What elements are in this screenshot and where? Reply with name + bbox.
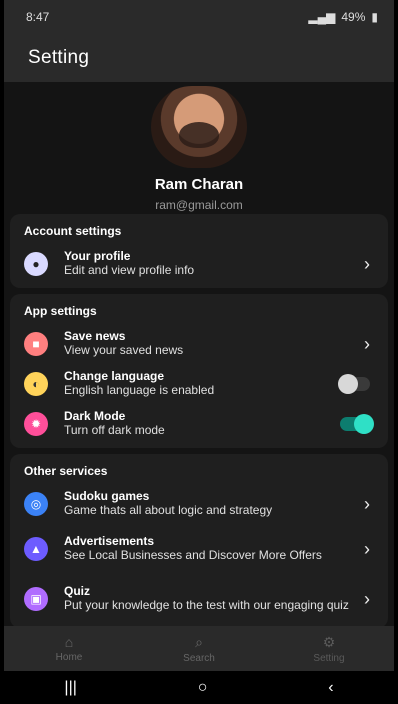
chevron-right-icon: › <box>364 333 370 354</box>
profile-name: Ram Charan <box>154 176 244 193</box>
user-icon: ● <box>24 252 48 276</box>
advertisements-row[interactable]: ▲ Advertisements See Local Businesses an… <box>10 524 388 574</box>
profile-section: Ram Charan ram@gmail.com <box>4 82 394 214</box>
dark-mode-row[interactable]: ✹ Dark Mode Turn off dark mode <box>10 404 388 444</box>
settings-screen: 8:47 ▂▄▆ 49% ▮ Setting Ram Charan ram@gm… <box>4 0 394 704</box>
language-icon: ◐ <box>24 372 48 396</box>
bottom-navigation: ⌂ Home ⌕ Search ⚙ Setting <box>4 626 394 671</box>
nav-label: Home <box>55 652 83 663</box>
quiz-icon: ▣ <box>24 587 48 611</box>
section-title: App settings <box>24 304 97 318</box>
bookmark-icon: ■ <box>24 332 48 356</box>
avatar[interactable] <box>151 86 247 168</box>
system-navigation-bar: ||| ○ ‹ <box>4 671 394 704</box>
back-button[interactable]: ‹ <box>328 679 333 697</box>
item-subtitle: Turn off dark mode <box>64 423 165 437</box>
item-title: Your profile <box>64 249 131 264</box>
home-button[interactable]: ○ <box>198 679 208 697</box>
profile-email: ram@gmail.com <box>155 198 243 212</box>
app-settings-card: App settings ■ Save news View your saved… <box>10 294 388 448</box>
status-time: 8:47 <box>26 10 50 24</box>
status-bar: 8:47 ▂▄▆ 49% ▮ <box>4 0 394 34</box>
nav-search[interactable]: ⌕ Search <box>134 626 264 671</box>
item-subtitle: Put your knowledge to the test with our … <box>64 598 349 612</box>
signal-icon: ▂▄▆ <box>308 10 336 24</box>
home-icon: ⌂ <box>64 634 74 650</box>
item-title: Change language <box>64 369 165 384</box>
recent-apps-button[interactable]: ||| <box>64 679 76 697</box>
account-settings-card: Account settings ● Your profile Edit and… <box>10 214 388 288</box>
search-icon: ⌕ <box>195 633 203 650</box>
ads-icon: ▲ <box>24 537 48 561</box>
chevron-right-icon: › <box>364 538 370 559</box>
battery-level: 49% <box>341 10 366 24</box>
item-title: Sudoku games <box>64 489 150 504</box>
nav-home[interactable]: ⌂ Home <box>4 626 134 671</box>
item-title: Save news <box>64 329 126 344</box>
status-icons: ▂▄▆ 49% ▮ <box>308 10 378 24</box>
section-title: Account settings <box>24 224 122 238</box>
battery-icon: ▮ <box>371 10 378 24</box>
section-title: Other services <box>24 464 108 478</box>
item-subtitle: Edit and view profile info <box>64 263 195 277</box>
quiz-row[interactable]: ▣ Quiz Put your knowledge to the test wi… <box>10 574 388 624</box>
dark-mode-icon: ✹ <box>24 412 48 436</box>
item-title: Advertisements <box>64 534 155 549</box>
item-subtitle: See Local Businesses and Discover More O… <box>64 548 322 562</box>
page-title: Setting <box>28 47 90 68</box>
save-news-row[interactable]: ■ Save news View your saved news › <box>10 324 388 364</box>
chevron-right-icon: › <box>364 253 370 274</box>
item-subtitle: English language is enabled <box>64 383 215 397</box>
item-subtitle: View your saved news <box>64 343 184 357</box>
change-language-row[interactable]: ◐ Change language English language is en… <box>10 364 388 404</box>
chevron-right-icon: › <box>364 493 370 514</box>
nav-setting[interactable]: ⚙ Setting <box>264 626 394 671</box>
nav-label: Search <box>183 652 215 664</box>
chevron-right-icon: › <box>364 588 370 609</box>
item-title: Quiz <box>64 584 90 599</box>
sudoku-row[interactable]: ◎ Sudoku games Game thats all about logi… <box>10 484 388 524</box>
item-title: Dark Mode <box>64 409 126 424</box>
settings-icon: ⚙ <box>322 633 336 650</box>
your-profile-row[interactable]: ● Your profile Edit and view profile inf… <box>10 244 388 284</box>
item-subtitle: Game thats all about logic and strategy <box>64 503 273 517</box>
app-header: Setting <box>4 34 394 82</box>
nav-label: Setting <box>313 652 345 664</box>
dark-mode-toggle[interactable] <box>340 414 374 434</box>
language-toggle[interactable] <box>338 374 370 394</box>
other-services-card: Other services ◎ Sudoku games Game thats… <box>10 454 388 628</box>
gamepad-icon: ◎ <box>24 492 48 516</box>
